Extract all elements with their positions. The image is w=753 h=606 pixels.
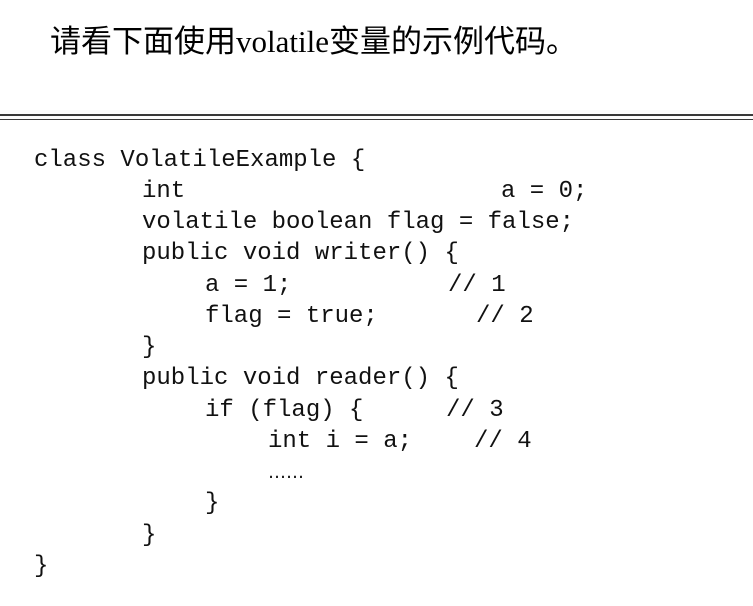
code-line-writer-flag: flag = true; xyxy=(205,303,378,330)
code-line-flag-field: volatile boolean flag = false; xyxy=(142,209,575,236)
code-comment-2: // 2 xyxy=(476,303,534,330)
code-line-writer-close: } xyxy=(142,334,157,361)
code-line-int-type: int xyxy=(142,178,186,205)
code-comment-4: // 4 xyxy=(474,428,532,455)
title-suffix: 变量的示例代码。 xyxy=(328,24,577,60)
code-line-if-close: } xyxy=(205,490,220,517)
code-line-reader-if: if (flag) { xyxy=(205,397,364,424)
code-line-class-close: } xyxy=(34,553,49,580)
divider-top xyxy=(0,114,753,116)
code-line-int-assign: a = 0; xyxy=(501,178,588,205)
title-prefix: 请看下面使用 xyxy=(50,24,236,60)
code-line-reader-read: int i = a; xyxy=(268,428,413,455)
code-line-class-decl: class VolatileExample { xyxy=(34,147,366,174)
code-line-writer-a: a = 1; xyxy=(205,272,292,299)
code-comment-1: // 1 xyxy=(448,272,506,299)
title-keyword: volatile xyxy=(236,24,329,59)
code-line-ellipsis: …… xyxy=(268,462,304,483)
code-line-reader-signature: public void reader() { xyxy=(142,365,459,392)
divider-bottom xyxy=(0,119,753,120)
code-line-writer-signature: public void writer() { xyxy=(142,240,459,267)
code-line-reader-close: } xyxy=(142,522,157,549)
code-comment-3: // 3 xyxy=(446,397,504,424)
slide-title: 请看下面使用volatile变量的示例代码。 xyxy=(50,22,577,62)
